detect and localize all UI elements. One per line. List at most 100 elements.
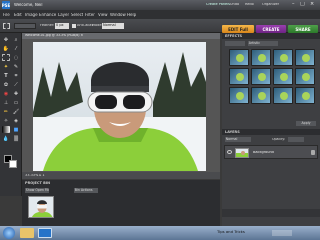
anti-alias-checkbox[interactable] — [72, 24, 76, 28]
cookie-cutter-tool-icon[interactable]: ✿ — [2, 81, 10, 88]
project-bin-title: PROJECT BIN — [25, 181, 51, 185]
selection-mode-icons[interactable] — [14, 23, 36, 29]
anti-alias-label: Anti-alias — [77, 24, 94, 27]
effect-thumbnail-5[interactable] — [229, 68, 249, 85]
effect-thumbnail-4[interactable] — [295, 49, 315, 66]
start-button-icon[interactable] — [3, 227, 15, 239]
lasso-tool-icon[interactable]: ◌ — [12, 54, 20, 61]
menu-enhance[interactable]: Enhance — [39, 13, 56, 17]
gradient-tool-icon[interactable] — [2, 126, 10, 133]
effect-thumbnail-9[interactable] — [229, 87, 249, 104]
effect-thumbnail-2[interactable] — [251, 49, 271, 66]
header-link-redo[interactable]: Redo — [245, 3, 254, 7]
menu-help[interactable]: Help — [127, 13, 136, 17]
eyedropper-tool-icon[interactable]: ⁄ — [12, 45, 20, 52]
tray-icons[interactable] — [272, 230, 292, 236]
effect-thumbnail-6[interactable] — [251, 68, 271, 85]
effect-thumbnail-7[interactable] — [273, 68, 293, 85]
type-tool-icon[interactable]: T — [2, 72, 10, 79]
effect-thumbnail-8[interactable] — [295, 68, 315, 85]
zoom-status: 33.33% ▸ 1 — [25, 173, 45, 177]
straighten-tool-icon[interactable]: ⟋ — [12, 81, 20, 88]
tab-edit-full[interactable]: EDIT Full — [222, 25, 254, 33]
header-link-organizer[interactable]: Organizer — [262, 3, 279, 7]
brush-tool-icon[interactable]: 🖌 — [12, 108, 20, 115]
opacity-input[interactable] — [288, 137, 304, 142]
eye-icon[interactable] — [227, 150, 232, 154]
photo-canvas[interactable] — [33, 42, 206, 171]
title-bar: PSE Welcome, Neil Create Panels Undo Red… — [0, 0, 320, 10]
magic-wand-tool-icon[interactable]: ✦ — [2, 63, 10, 70]
close-button[interactable]: × — [310, 2, 314, 7]
effect-thumbnail-3[interactable] — [273, 49, 293, 66]
healing-brush-tool-icon[interactable]: ✚ — [12, 90, 20, 97]
feather-label: Feather: — [40, 24, 55, 27]
quick-selection-tool-icon[interactable]: ✎ — [12, 63, 20, 70]
effects-filter-select[interactable]: Artistic — [248, 41, 278, 46]
bin-thumbnail-image — [29, 197, 53, 217]
paint-bucket-tool-icon[interactable]: ◈ — [12, 117, 20, 124]
blend-mode-select[interactable]: Normal — [225, 137, 251, 142]
status-bar: 33.33% ▸ 1 — [22, 172, 220, 179]
crop-tool-icon[interactable]: ⌗ — [12, 72, 20, 79]
background-color-swatch[interactable] — [9, 160, 17, 168]
effects-title: EFFECTS — [225, 34, 243, 38]
marquee-tool-icon[interactable] — [2, 54, 10, 61]
effect-thumbnail-1[interactable] — [229, 49, 249, 66]
window-title: Welcome, Neil — [14, 3, 43, 7]
effect-thumbnail-12[interactable] — [295, 87, 315, 104]
menu-layer[interactable]: Layer — [58, 13, 69, 17]
menu-image[interactable]: Image — [25, 13, 38, 17]
document-tab[interactable]: Welcome-01.jpg @ 33.3% (RGB/8) × — [22, 33, 220, 39]
menu-filter[interactable]: Filter — [85, 13, 95, 17]
menu-view[interactable]: View — [98, 13, 108, 17]
feather-input[interactable]: 0 px — [55, 23, 69, 29]
maximize-button[interactable]: □ — [300, 2, 305, 7]
layer-thumbnail — [235, 148, 249, 158]
lock-icon — [311, 150, 315, 155]
pencil-tool-icon[interactable]: ✏ — [2, 108, 10, 115]
bin-actions-button[interactable]: Bin Actions — [74, 188, 98, 193]
header-link-undo[interactable]: Undo — [230, 3, 239, 7]
effect-thumbnail-10[interactable] — [251, 87, 271, 104]
shape-tool-icon[interactable]: ■ — [12, 126, 20, 133]
tab-share[interactable]: SHARE — [288, 25, 318, 33]
bin-thumbnail[interactable] — [28, 196, 54, 218]
clone-stamp-tool-icon[interactable]: ⊥ — [2, 99, 10, 106]
opacity-label: Opacity: — [272, 138, 286, 141]
menu-file[interactable]: File — [3, 13, 10, 17]
menu-edit[interactable]: Edit — [14, 13, 22, 17]
tips-and-tricks-label[interactable]: Tips and Tricks — [217, 230, 245, 234]
hand-tool-icon[interactable]: ✋ — [2, 45, 10, 52]
taskbar-app-explorer-icon[interactable] — [20, 228, 34, 238]
toolbox: ✥ ⌕ ✋ ⁄ ◌ ✦ ✎ T ⌗ ✿ ⟋ ◉ ✚ ⊥ ▭ ✏ 🖌 ✧ ◈ ■ … — [0, 33, 22, 196]
windows-taskbar: Tips and Tricks — [0, 226, 320, 240]
eraser-tool-icon[interactable]: ▭ — [12, 99, 20, 106]
show-open-files-select[interactable]: Show Open Files — [25, 188, 49, 193]
blur-tool-icon[interactable]: 💧 — [2, 135, 10, 142]
project-bin: PROJECT BIN Show Open Files Bin Actions — [22, 180, 220, 226]
zoom-tool-icon[interactable]: ⌕ — [12, 36, 20, 43]
marquee-tool-icon[interactable] — [3, 23, 10, 29]
mode-select[interactable]: Normal — [102, 23, 124, 29]
effects-apply-button[interactable]: Apply — [296, 121, 316, 126]
smart-brush-tool-icon[interactable]: ✧ — [2, 117, 10, 124]
document-tab-label: Welcome-01.jpg @ 33.3% (RGB/8) × — [25, 34, 84, 38]
project-bin-header: PROJECT BIN — [22, 180, 220, 186]
panel-bin: EFFECTS Artistic Apply LAYERS Normal Opa… — [222, 33, 320, 226]
effect-thumbnail-11[interactable] — [273, 87, 293, 104]
move-tool-icon[interactable]: ✥ — [2, 36, 10, 43]
red-eye-tool-icon[interactable]: ◉ — [2, 90, 10, 97]
skier-photo — [33, 42, 206, 171]
sponge-tool-icon[interactable]: ▒ — [12, 135, 20, 142]
layers-title: LAYERS — [225, 130, 240, 134]
taskbar-app-photoshop-icon[interactable] — [38, 228, 52, 238]
menu-window[interactable]: Window — [110, 13, 126, 17]
minimize-button[interactable]: – — [292, 2, 295, 7]
menu-bar: File Edit Image Enhance Layer Select Fil… — [0, 10, 320, 19]
layer-row-background[interactable]: Background — [224, 145, 318, 159]
header-link-create-panels[interactable]: Create Panels — [206, 3, 230, 7]
tab-create[interactable]: CREATE — [256, 25, 286, 33]
menu-select[interactable]: Select — [71, 13, 83, 17]
effects-tab-icons[interactable] — [225, 41, 245, 46]
